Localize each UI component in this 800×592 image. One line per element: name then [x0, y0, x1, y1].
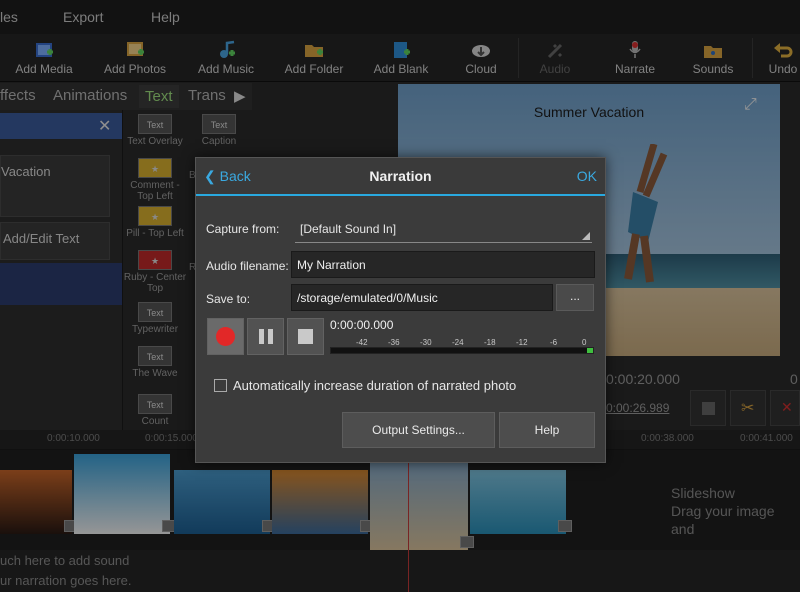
stop-icon: [298, 329, 313, 344]
stop-button[interactable]: [287, 318, 324, 355]
record-button[interactable]: [207, 318, 244, 355]
help-button[interactable]: Help: [499, 412, 595, 448]
browse-button[interactable]: ...: [556, 284, 594, 311]
save-to-input[interactable]: /storage/emulated/0/Music: [291, 284, 553, 311]
dialog-title: Narration: [369, 168, 432, 184]
pause-button[interactable]: [247, 318, 284, 355]
auto-duration-label[interactable]: Automatically increase duration of narra…: [233, 378, 516, 393]
pause-icon: [259, 329, 264, 344]
output-settings-button[interactable]: Output Settings...: [342, 412, 495, 448]
ok-button[interactable]: OK: [577, 168, 597, 184]
narration-dialog: ❮ Back Narration OK Capture from: [Defau…: [195, 157, 606, 463]
save-to-label: Save to:: [206, 292, 251, 306]
chevron-left-icon: ❮: [204, 168, 220, 184]
audio-filename-label: Audio filename:: [206, 259, 289, 273]
audio-filename-input[interactable]: My Narration: [291, 251, 595, 278]
dropdown-arrow-icon: [582, 232, 590, 240]
recording-time: 0:00:00.000: [330, 318, 394, 332]
record-icon: [216, 327, 235, 346]
back-button[interactable]: ❮ Back: [204, 168, 251, 185]
auto-duration-checkbox[interactable]: [214, 379, 227, 392]
app-window: les Export Help Add Media Add Photos Add…: [0, 0, 800, 592]
capture-from-label: Capture from:: [206, 222, 280, 236]
dialog-header: ❮ Back Narration OK: [196, 158, 605, 196]
capture-from-select[interactable]: [Default Sound In]: [295, 217, 592, 243]
level-meter: [330, 347, 594, 354]
